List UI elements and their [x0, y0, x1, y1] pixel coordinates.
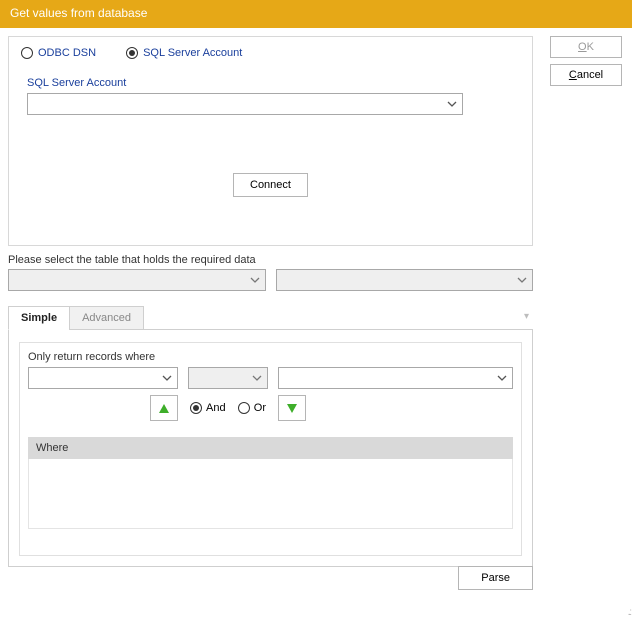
main-column: ODBC DSN SQL Server Account SQL Server A…	[8, 36, 533, 610]
move-up-button[interactable]	[150, 395, 178, 421]
parse-button[interactable]: Parse	[458, 566, 533, 590]
window-title: Get values from database	[10, 6, 147, 20]
radio-sql-label: SQL Server Account	[143, 47, 242, 59]
dialog-buttons: OK Cancel	[550, 36, 622, 92]
table-selectors	[8, 269, 533, 291]
tab-simple[interactable]: Simple	[8, 306, 70, 330]
select-table-label: Please select the table that holds the r…	[8, 254, 533, 266]
connect-button[interactable]: Connect	[233, 173, 308, 197]
radio-icon	[21, 47, 33, 59]
sql-account-combo[interactable]	[27, 93, 463, 115]
tabstrip: Simple Advanced	[8, 306, 533, 330]
radio-odbc-label: ODBC DSN	[38, 47, 96, 59]
radio-odbc-dsn[interactable]: ODBC DSN	[21, 47, 96, 59]
table-combo-1[interactable]	[8, 269, 266, 291]
table-combo-2[interactable]	[276, 269, 534, 291]
arrow-up-icon	[159, 404, 169, 413]
filter-value-combo[interactable]	[278, 367, 513, 389]
ok-button[interactable]: OK	[550, 36, 622, 58]
chevron-down-icon	[514, 272, 530, 288]
content-area: OK Cancel ODBC DSN SQL Server Account SQ…	[0, 28, 632, 620]
sql-account-label: SQL Server Account	[21, 77, 520, 89]
chevron-down-icon	[159, 370, 175, 386]
filter-label: Only return records where	[28, 351, 513, 363]
filter-field-combo[interactable]	[28, 367, 178, 389]
chevron-down-icon	[249, 370, 265, 386]
chevron-down-icon	[494, 370, 510, 386]
move-down-button[interactable]	[278, 395, 306, 421]
filter-controls: And Or	[28, 395, 513, 421]
resize-grip[interactable]: ..:	[628, 607, 630, 618]
radio-icon	[238, 402, 250, 414]
arrow-down-icon	[287, 404, 297, 413]
filter-operator-combo[interactable]	[188, 367, 268, 389]
tab-body-simple: Only return records where	[8, 329, 533, 567]
chevron-down-icon	[444, 96, 460, 112]
cancel-button[interactable]: Cancel	[550, 64, 622, 86]
tab-advanced[interactable]: Advanced	[69, 306, 144, 330]
footer: Parse	[458, 566, 533, 590]
or-label: Or	[254, 402, 266, 414]
chevron-down-icon	[247, 272, 263, 288]
radio-sql-server-account[interactable]: SQL Server Account	[126, 47, 242, 59]
query-tabs: Simple Advanced ▾ Only return records wh…	[8, 305, 533, 567]
radio-and[interactable]: And	[190, 402, 226, 414]
connection-panel: ODBC DSN SQL Server Account SQL Server A…	[8, 36, 533, 246]
radio-icon	[126, 47, 138, 59]
filter-panel: Only return records where	[19, 342, 522, 556]
where-header: Where	[28, 437, 513, 459]
dialog-window: Get values from database OK Cancel ODBC …	[0, 0, 632, 620]
radio-or[interactable]: Or	[238, 402, 266, 414]
connection-type-group: ODBC DSN SQL Server Account	[21, 47, 520, 59]
where-list[interactable]	[28, 459, 513, 529]
radio-icon	[190, 402, 202, 414]
filter-row	[28, 367, 513, 389]
and-label: And	[206, 402, 226, 414]
titlebar: Get values from database	[0, 0, 632, 28]
